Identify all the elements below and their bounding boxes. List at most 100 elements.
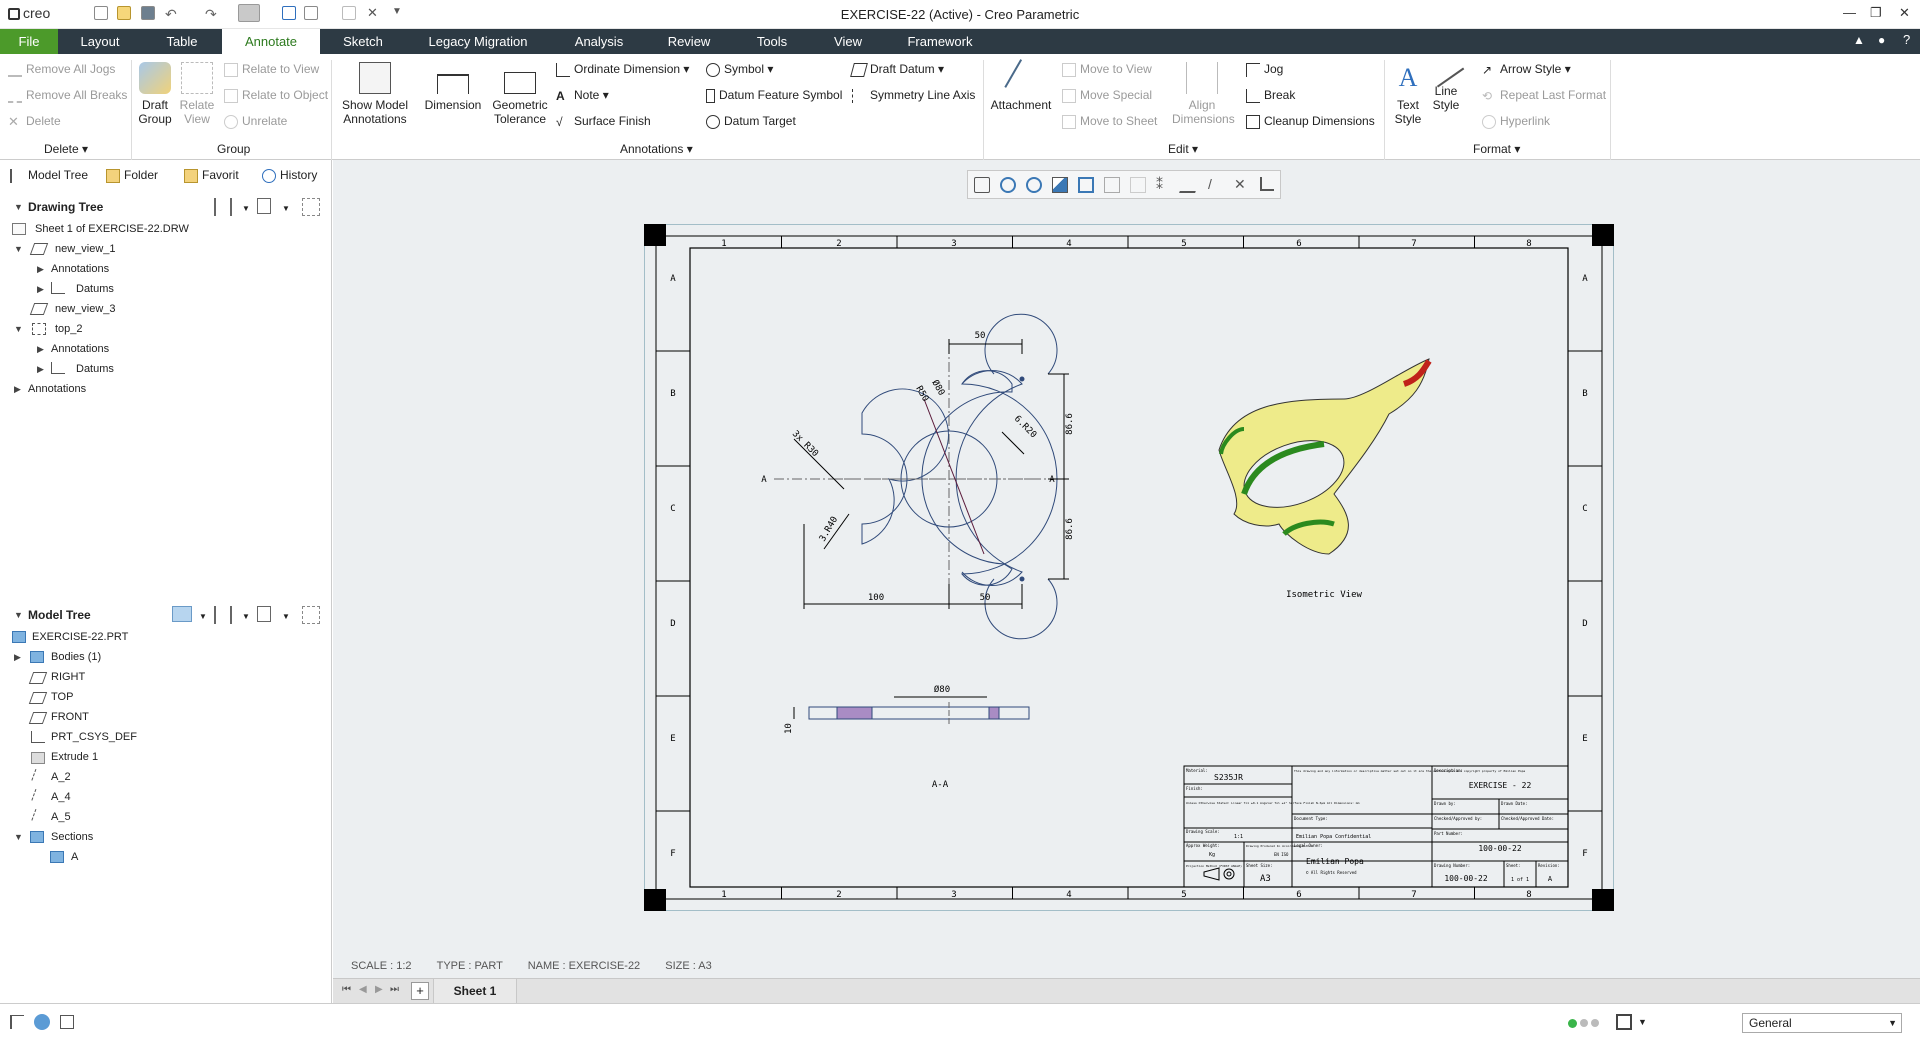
tree-item-sheet[interactable]: Sheet 1 of EXERCISE-22.DRW [35, 223, 189, 235]
expand-annotations-icon[interactable]: ▶ [37, 344, 44, 355]
repeat-last-format-button[interactable]: ⟲ Repeat Last Format [1482, 88, 1606, 103]
graphics-area[interactable]: ⁑ / ✕ 1 2 3 4 5 6 7 8 1 2 3 4 5 6 7 8 A … [333, 160, 1920, 978]
planes-display-icon[interactable] [1179, 177, 1201, 193]
tree-item-csys[interactable]: PRT_CSYS_DEF [51, 731, 137, 743]
tab-review[interactable]: Review [658, 29, 720, 54]
tree-filter-icon[interactable] [257, 198, 271, 214]
tree-filter-icon[interactable] [257, 606, 271, 622]
collapse-model-tree-icon[interactable]: ▼ [14, 610, 23, 620]
restore-button[interactable]: ❐ [1870, 5, 1882, 21]
tab-model-tree[interactable]: Model Tree [10, 168, 88, 183]
expand-new-view-1-icon[interactable]: ▼ [14, 244, 23, 254]
csys-display-icon[interactable] [1260, 177, 1274, 191]
tree-item-annotations[interactable]: Annotations [51, 343, 109, 355]
tree-item-bodies[interactable]: Bodies (1) [51, 651, 101, 663]
attachment-button[interactable]: Attachment [988, 59, 1054, 112]
show-icon[interactable] [172, 606, 192, 622]
tab-history[interactable]: History [262, 168, 317, 183]
tab-tools[interactable]: Tools [744, 29, 800, 54]
relate-view-button[interactable]: Relate View [178, 62, 216, 126]
browser-toggle-icon[interactable] [34, 1014, 50, 1030]
next-sheet-icon[interactable]: ▶ [375, 984, 383, 995]
collapse-ribbon-icon[interactable]: ▲ [1853, 33, 1865, 47]
tree-item-a5[interactable]: A_5 [51, 811, 71, 823]
remove-all-breaks-button[interactable]: Remove All Breaks [8, 88, 127, 103]
tree-item-top-2[interactable]: top_2 [55, 323, 83, 335]
tab-view[interactable]: View [820, 29, 876, 54]
expand-sections-icon[interactable]: ▼ [14, 832, 23, 842]
expand-annotations-icon[interactable]: ▶ [14, 384, 21, 395]
tree-item-annotations[interactable]: Annotations [28, 383, 86, 395]
tree-item-annotations[interactable]: Annotations [51, 263, 109, 275]
tab-sketch[interactable]: Sketch [333, 29, 393, 54]
delete-group-label[interactable]: Delete ▾ [44, 142, 88, 156]
help-icon[interactable]: ? [1903, 32, 1910, 47]
add-sheet-button[interactable]: + [411, 982, 429, 1000]
note-button[interactable]: A Note ▾ [556, 88, 609, 103]
show-dropdown-icon[interactable]: ▼ [199, 612, 207, 621]
arrow-style-button[interactable]: ↗ Arrow Style ▾ [1482, 62, 1571, 77]
tree-item-a2[interactable]: A_2 [51, 771, 71, 783]
tree-item-extrude-1[interactable]: Extrude 1 [51, 751, 98, 763]
tab-table[interactable]: Table [152, 29, 212, 54]
expand-datums-icon[interactable]: ▶ [37, 284, 44, 295]
tree-item-new-view-3[interactable]: new_view_3 [55, 303, 116, 315]
tab-analysis[interactable]: Analysis [568, 29, 630, 54]
hyperlink-button[interactable]: Hyperlink [1482, 114, 1550, 129]
move-special-button[interactable]: Move Special [1062, 88, 1152, 103]
ordinate-dimension-button[interactable]: Ordinate Dimension ▾ [556, 62, 689, 77]
surface-finish-button[interactable]: √ Surface Finish [556, 114, 651, 129]
find-icon[interactable] [1616, 1014, 1632, 1030]
dimension-button[interactable]: Dimension [422, 62, 484, 112]
collapse-drawing-tree-icon[interactable]: ▼ [14, 202, 23, 212]
tree-settings-icon[interactable] [214, 606, 232, 624]
user-icon[interactable]: ● [1878, 33, 1885, 47]
prev-sheet-icon[interactable]: ◀ [359, 984, 367, 995]
tree-item-datums[interactable]: Datums [76, 363, 114, 375]
full-screen-icon[interactable] [60, 1015, 74, 1029]
tree-settings-icon[interactable] [214, 198, 232, 216]
geometric-tolerance-button[interactable]: Geometric Tolerance [490, 62, 550, 126]
draft-group-button[interactable]: Draft Group [136, 62, 174, 126]
tree-item-section-a[interactable]: A [71, 851, 78, 863]
tab-sheet-1[interactable]: Sheet 1 [433, 979, 517, 1003]
tab-framework[interactable]: Framework [898, 29, 982, 54]
first-sheet-icon[interactable]: ⏮ [342, 984, 351, 995]
tree-item-datums[interactable]: Datums [76, 283, 114, 295]
minimize-button[interactable]: — [1843, 5, 1856, 20]
align-dimensions-button[interactable]: Align Dimensions [1172, 62, 1235, 126]
drawing-sheet[interactable]: 1 2 3 4 5 6 7 8 1 2 3 4 5 6 7 8 A B C D … [644, 224, 1614, 911]
datum-display-icon[interactable]: ⁑ [1156, 176, 1163, 193]
line-style-button[interactable]: Line Style [1427, 54, 1465, 112]
tree-item-right[interactable]: RIGHT [51, 671, 85, 683]
draft-datum-button[interactable]: Draft Datum ▾ [850, 62, 944, 77]
tree-filter-dropdown-icon[interactable]: ▼ [282, 204, 290, 213]
view-manager-icon[interactable] [1130, 177, 1146, 193]
show-model-annotations-button[interactable]: Show Model Annotations [338, 62, 412, 126]
navigator-toggle-icon[interactable] [10, 1015, 24, 1029]
tab-file[interactable]: File [0, 29, 58, 54]
delete-button[interactable]: ✕ Delete [8, 114, 61, 129]
jog-button[interactable]: Jog [1246, 62, 1283, 77]
datum-target-button[interactable]: Datum Target [706, 114, 796, 129]
remove-all-jogs-button[interactable]: Remove All Jogs [8, 62, 115, 77]
break-button[interactable]: Break [1246, 88, 1295, 103]
repaint-icon[interactable] [1052, 177, 1068, 193]
tree-item-new-view-1[interactable]: new_view_1 [55, 243, 116, 255]
datum-feature-symbol-button[interactable]: Datum Feature Symbol [706, 88, 842, 103]
tree-filter-dropdown-icon[interactable]: ▼ [282, 612, 290, 621]
move-to-sheet-button[interactable]: Move to Sheet [1062, 114, 1157, 129]
tab-legacy-migration[interactable]: Legacy Migration [418, 29, 538, 54]
tree-columns-icon[interactable] [302, 606, 320, 624]
tab-annotate[interactable]: Annotate [222, 29, 320, 54]
tree-item-part[interactable]: EXERCISE-22.PRT [32, 631, 128, 643]
move-to-view-button[interactable]: Move to View [1062, 62, 1152, 77]
tab-favorites[interactable]: Favorit [184, 168, 239, 183]
tree-item-front[interactable]: FRONT [51, 711, 89, 723]
zoom-out-icon[interactable] [1026, 177, 1042, 193]
zoom-in-icon[interactable] [1000, 177, 1016, 193]
points-display-icon[interactable]: ✕ [1234, 176, 1246, 193]
last-sheet-icon[interactable]: ⏭ [390, 984, 399, 995]
tree-item-top[interactable]: TOP [51, 691, 73, 703]
format-group-label[interactable]: Format ▾ [1473, 142, 1520, 156]
